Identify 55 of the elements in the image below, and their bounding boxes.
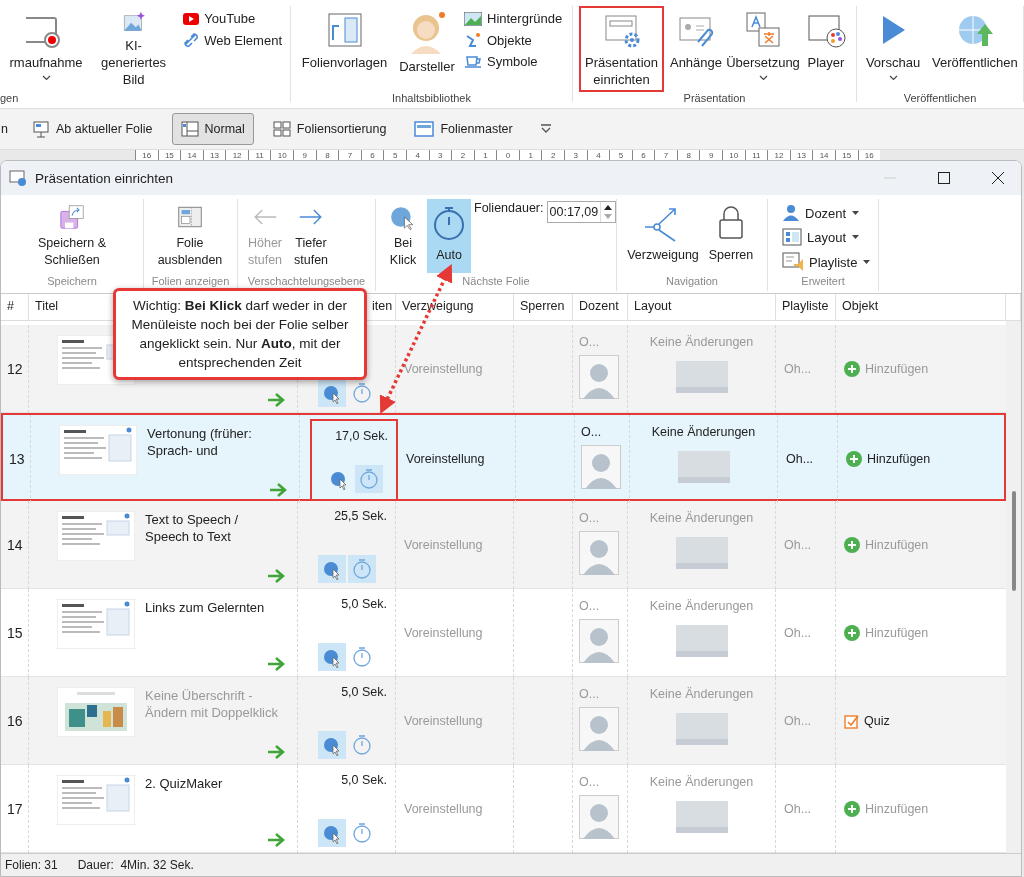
group-label: Veröffentlichen: [902, 92, 978, 104]
lecturer-text: O...: [579, 511, 601, 525]
group-label: Nächste Folie: [461, 275, 531, 289]
duration-text: 5,0 Sek.: [341, 597, 387, 611]
status-text: Folien: 31: [5, 858, 58, 872]
slide-title: Keine Überschrift - Ändern mit Doppelklick: [145, 687, 279, 721]
playlist-text: Oh...: [784, 362, 813, 376]
duration-text: 17,0 Sek.: [335, 429, 388, 443]
group-label: Navigation: [665, 275, 719, 289]
playlist-text: Oh...: [786, 452, 815, 466]
row-number: 14: [7, 537, 24, 553]
branch-text: Voreinstellung: [404, 714, 484, 728]
group-label: Erweitert: [800, 275, 846, 289]
group-label: Inhaltsbibliothek: [391, 92, 472, 104]
layout-text: Keine Änderungen: [649, 511, 754, 525]
branch-text: Voreinstellung: [404, 362, 484, 376]
playlist-text: Oh...: [784, 626, 813, 640]
lecturer-text: O...: [579, 599, 601, 613]
duration-text: 25,5 Sek.: [334, 509, 387, 523]
playlist-text: Oh...: [784, 538, 813, 552]
window-title: Präsentation einrichten: [35, 170, 175, 186]
slide-title: Text to Speech / Speech to Text: [145, 511, 240, 545]
group-label: Präsentation: [682, 92, 747, 104]
slide-title: Links zum Gelernten: [145, 599, 266, 616]
row-number: 16: [7, 713, 24, 729]
lecturer-text: O...: [579, 687, 601, 701]
lecturer-text: O...: [579, 775, 601, 789]
group-label: Folien anzeigen: [150, 275, 231, 289]
field-label: Foliendauer:: [474, 201, 544, 215]
row-number: 17: [7, 801, 24, 817]
layout-text: Keine Änderungen: [649, 775, 754, 789]
callout-tooltip: Wichtig: Bei Klick darf weder in der Menüleiste noch bei der Folie selber angeklickt sein. Nur Auto, mit der entsprechenden Zeit: [113, 288, 367, 380]
branch-text: Voreinstellung: [404, 538, 484, 552]
group-label: gen: [0, 92, 20, 104]
playlist-text: Oh...: [784, 802, 813, 816]
layout-text: Keine Änderungen: [649, 335, 754, 349]
layout-text: Keine Änderungen: [649, 599, 754, 613]
slide-title: 2. QuizMaker: [145, 775, 224, 792]
row-number: 15: [7, 625, 24, 641]
playlist-text: Oh...: [784, 714, 813, 728]
lecturer-text: O...: [579, 335, 601, 349]
layout-text: Keine Änderungen: [651, 425, 756, 439]
layout-text: Keine Änderungen: [649, 687, 754, 701]
duration-text: 5,0 Sek.: [341, 685, 387, 699]
group-label: Verschachtelungsebene: [246, 275, 367, 289]
group-label: Speichern: [46, 275, 98, 289]
duration-text: 5,0 Sek.: [341, 773, 387, 787]
row-number: 13: [9, 451, 26, 467]
branch-text: Voreinstellung: [406, 452, 486, 466]
row-number: 12: [7, 361, 24, 377]
status-text: Dauer: 4Min. 32 Sek.: [77, 858, 194, 872]
lecturer-text: O...: [581, 425, 603, 439]
slide-title: Vertonung (früher: Sprach- und: [147, 425, 253, 459]
branch-text: Voreinstellung: [404, 802, 484, 816]
branch-text: Voreinstellung: [404, 626, 484, 640]
